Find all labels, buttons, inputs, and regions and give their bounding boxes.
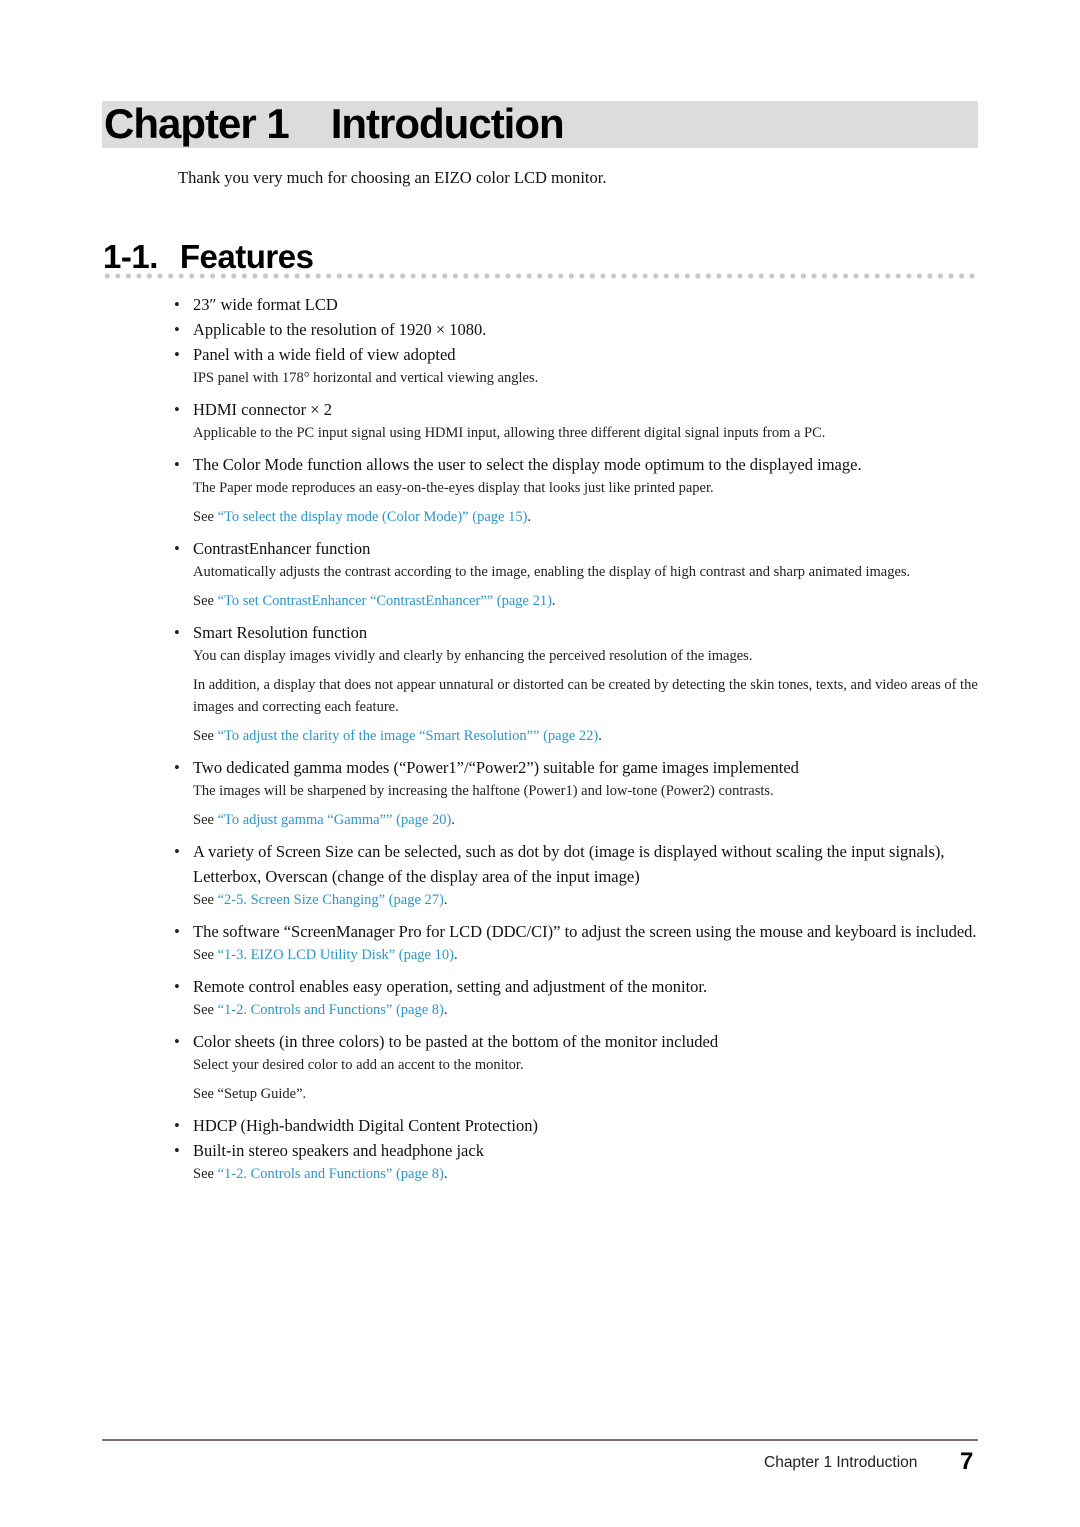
- footer-chapter-label: Chapter 1 Introduction: [764, 1454, 918, 1471]
- feature-item: • HDMI connector × 2 Applicable to the PC …: [174, 397, 980, 444]
- dotted-divider: [102, 273, 979, 279]
- cross-reference-link[interactable]: “To adjust gamma “Gamma”” (page 20): [218, 812, 452, 828]
- feature-title: ContrastEnhancer function: [193, 539, 371, 558]
- feature-item: • Smart Resolution function You can displa…: [174, 620, 980, 747]
- bullet-icon: •: [174, 345, 180, 364]
- feature-description: Applicable to the PC input signal using …: [193, 425, 826, 441]
- cross-reference-link[interactable]: “1-3. EIZO LCD Utility Disk” (page 10): [218, 947, 454, 963]
- cross-reference-link[interactable]: “2-5. Screen Size Changing” (page 27): [218, 892, 444, 908]
- bullet-icon: •: [174, 295, 180, 314]
- feature-description: The images will be sharpened by increasi…: [193, 783, 774, 799]
- feature-title: Panel with a wide field of view adopted: [193, 345, 456, 364]
- feature-item: • Color sheets (in three colors) to be pa…: [174, 1029, 980, 1105]
- cross-reference-link[interactable]: “1-2. Controls and Functions” (page 8): [218, 1166, 444, 1182]
- see-reference: See “Setup Guide”.: [193, 1086, 307, 1102]
- see-suffix: .: [443, 1002, 448, 1018]
- feature-item: • 23″ wide format LCD: [174, 292, 980, 317]
- feature-description: Select your desired color to add an acce…: [193, 1057, 524, 1073]
- see-suffix: .: [598, 728, 602, 744]
- see-reference: See “1-3. EIZO LCD Utility Disk” (page 1…: [193, 944, 980, 966]
- see-reference: See “2-5. Screen Size Changing” (page 27…: [193, 889, 980, 911]
- feature-title: Applicable to the resolution of 1920 × 1…: [193, 320, 487, 339]
- bullet-icon: •: [174, 842, 180, 861]
- cross-reference-link[interactable]: “To adjust the clarity of the image “Sma…: [218, 728, 599, 744]
- feature-description: Automatically adjusts the contrast accor…: [193, 564, 911, 580]
- see-reference: See “To select the display mode (Color M…: [193, 506, 980, 528]
- page-number: 7: [960, 1448, 974, 1475]
- see-reference: See “To adjust the clarity of the image …: [193, 725, 980, 747]
- see-suffix: .: [551, 593, 556, 609]
- feature-item: • HDCP (High-bandwidth Digital Content Pr…: [174, 1113, 980, 1138]
- see-prefix: See: [193, 593, 218, 609]
- cross-reference-link[interactable]: “1-2. Controls and Functions” (page 8): [218, 1002, 444, 1018]
- see-reference: See “1-2. Controls and Functions” (page …: [193, 999, 980, 1021]
- see-prefix: See: [193, 1002, 218, 1018]
- bullet-icon: •: [174, 922, 180, 941]
- feature-item: • ContrastEnhancer function Automatically …: [174, 536, 980, 612]
- bullet-icon: •: [174, 977, 180, 996]
- intro-text: Thank you very much for choosing an EIZO…: [178, 168, 607, 187]
- see-prefix: See: [193, 728, 218, 744]
- feature-description: In addition, a display that does not app…: [193, 677, 978, 715]
- feature-item: • Panel with a wide field of view adopted…: [174, 342, 980, 389]
- see-suffix: .: [443, 1166, 448, 1182]
- bullet-icon: •: [174, 320, 180, 339]
- feature-title: Built-in stereo speakers and headphone j…: [193, 1141, 484, 1160]
- section-number: 1-1.: [103, 238, 158, 275]
- cross-reference-link[interactable]: “To set ContrastEnhancer “ContrastEnhanc…: [218, 593, 552, 609]
- feature-title: Smart Resolution function: [193, 623, 368, 642]
- feature-title: 23″ wide format LCD: [193, 295, 338, 314]
- bullet-icon: •: [174, 1116, 180, 1135]
- bullet-icon: •: [174, 758, 180, 777]
- see-prefix: See: [193, 812, 218, 828]
- chapter-title-text: Introduction: [330, 100, 565, 147]
- see-reference: See “To adjust gamma “Gamma”” (page 20).: [193, 809, 980, 831]
- bullet-icon: •: [174, 1032, 180, 1051]
- feature-title: Remote control enables easy operation, s…: [193, 977, 708, 996]
- see-suffix: .: [527, 509, 532, 525]
- feature-item: • Remote control enables easy operation, …: [174, 974, 980, 1021]
- bullet-icon: •: [174, 400, 180, 419]
- see-suffix: .: [451, 812, 455, 828]
- feature-item: • Built-in stereo speakers and headphone …: [174, 1138, 980, 1185]
- feature-description: You can display images vividly and clear…: [193, 648, 753, 664]
- feature-title: Two dedicated gamma modes (“Power1”/“Pow…: [193, 758, 799, 777]
- feature-title: Color sheets (in three colors) to be pas…: [193, 1032, 719, 1051]
- feature-title: The software “ScreenManager Pro for LCD …: [193, 922, 977, 941]
- feature-item: • A variety of Screen Size can be selecte…: [174, 839, 980, 911]
- bullet-icon: •: [174, 539, 180, 558]
- chapter-number: Chapter 1: [104, 100, 290, 147]
- feature-item: • Two dedicated gamma modes (“Power1”/“Po…: [174, 755, 980, 831]
- chapter-title: Chapter 1 Introduction: [104, 98, 565, 150]
- see-prefix: See: [193, 947, 218, 963]
- section-title-text: Features: [179, 238, 314, 275]
- see-reference: See “1-2. Controls and Functions” (page …: [193, 1163, 980, 1185]
- feature-description: The Paper mode reproduces an easy-on-the…: [193, 480, 714, 496]
- cross-reference-link[interactable]: “To select the display mode (Color Mode)…: [218, 509, 528, 525]
- features-list: • 23″ wide format LCD • Applicable to the r…: [174, 292, 980, 1193]
- feature-title: HDCP (High-bandwidth Digital Content Pro…: [193, 1116, 538, 1135]
- feature-title: The Color Mode function allows the user …: [193, 455, 862, 474]
- bullet-icon: •: [174, 455, 180, 474]
- see-prefix: See: [193, 892, 218, 908]
- see-prefix: See: [193, 1166, 218, 1182]
- feature-item: • The software “ScreenManager Pro for LCD…: [174, 919, 980, 966]
- bullet-icon: •: [174, 1141, 180, 1160]
- footer-divider: [102, 1439, 978, 1441]
- section-title: 1-1. Features: [103, 237, 314, 277]
- see-prefix: See: [193, 509, 218, 525]
- see-reference: See “To set ContrastEnhancer “ContrastEn…: [193, 590, 980, 612]
- feature-title: HDMI connector × 2: [193, 400, 332, 419]
- bullet-icon: •: [174, 623, 180, 642]
- feature-item: • The Color Mode function allows the user…: [174, 452, 980, 528]
- see-suffix: .: [443, 892, 448, 908]
- feature-item: • Applicable to the resolution of 1920 × …: [174, 317, 980, 342]
- feature-title: A variety of Screen Size can be selected…: [193, 842, 945, 886]
- see-suffix: .: [453, 947, 458, 963]
- feature-description: IPS panel with 178° horizontal and verti…: [193, 370, 539, 386]
